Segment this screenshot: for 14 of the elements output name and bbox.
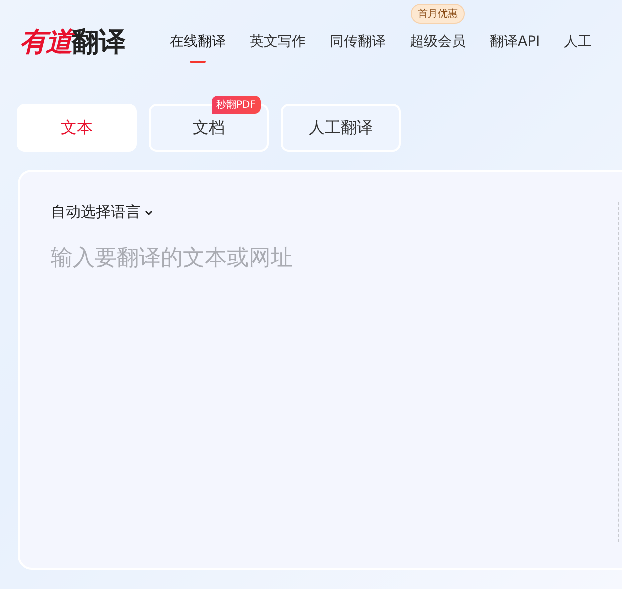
chevron-down-icon [145,210,153,216]
nav-link[interactable]: 英文写作 [250,33,306,63]
promo-badge: 秒翻PDF [212,96,261,114]
nav-link[interactable]: 同传翻译 [330,33,386,63]
nav-link[interactable]: 在线翻译 [170,33,226,63]
mode-tab[interactable]: 文本 [17,104,137,152]
nav-link[interactable]: 人工 [564,33,592,63]
mode-tab[interactable]: 人工翻译 [281,104,401,152]
language-dropdown[interactable]: 自动选择语言 [51,203,153,222]
nav-link[interactable]: 超级会员 [410,33,466,63]
text-input[interactable]: 输入要翻译的文本或网址 [51,246,571,271]
nav-link[interactable]: 翻译API [490,33,540,63]
promo-badge: 首月优惠 [411,4,465,24]
logo[interactable]: 有道翻译 [20,24,126,60]
